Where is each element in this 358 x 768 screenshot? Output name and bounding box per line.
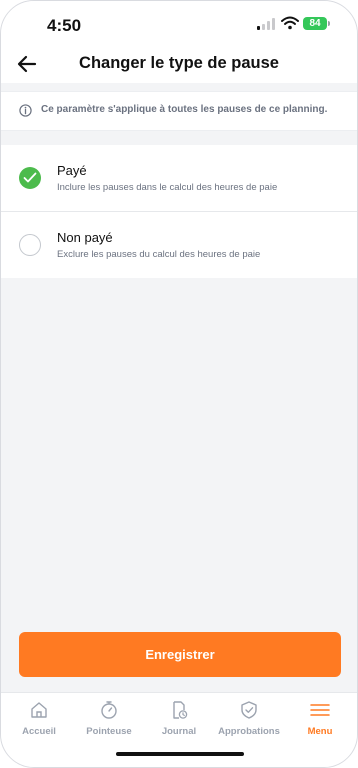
tab-menu[interactable]: Menu bbox=[284, 693, 356, 743]
battery-tip bbox=[328, 21, 330, 26]
option-unpaid[interactable]: Non payé Exclure les pauses du calcul de… bbox=[1, 212, 357, 278]
tab-journal[interactable]: Journal bbox=[143, 693, 215, 743]
radio-checked-icon[interactable] bbox=[19, 167, 41, 189]
option-paid[interactable]: Payé Inclure les pauses dans le calcul d… bbox=[1, 145, 357, 212]
stopwatch-icon bbox=[101, 701, 117, 719]
option-title: Non payé bbox=[57, 230, 113, 245]
home-icon bbox=[31, 702, 47, 718]
page-title: Changer le type de pause bbox=[79, 54, 279, 72]
battery-level: 84 bbox=[309, 18, 321, 29]
tab-approvals[interactable]: Approbations bbox=[213, 693, 285, 743]
tab-timeclock[interactable]: Pointeuse bbox=[73, 693, 145, 743]
info-banner: Ce paramètre s'applique à toutes les pau… bbox=[1, 91, 357, 131]
wifi-icon bbox=[281, 16, 299, 30]
tab-label: Menu bbox=[307, 726, 333, 737]
tab-label: Journal bbox=[161, 726, 197, 737]
home-indicator[interactable] bbox=[116, 752, 244, 756]
journal-icon bbox=[173, 701, 188, 719]
info-text: Ce paramètre s'applique à toutes les pau… bbox=[41, 104, 328, 115]
tab-label: Pointeuse bbox=[86, 726, 132, 737]
info-icon bbox=[19, 104, 32, 117]
menu-icon bbox=[310, 704, 330, 716]
option-title: Payé bbox=[57, 163, 87, 178]
tab-home[interactable]: Accueil bbox=[3, 693, 75, 743]
tab-bar: Accueil Pointeuse Journal Approbations M… bbox=[1, 692, 357, 767]
tab-label: Accueil bbox=[22, 726, 56, 737]
phone-screen: 4:50 84 Changer le type de pause Ce para… bbox=[0, 0, 358, 768]
checkmark-icon bbox=[23, 172, 37, 183]
shield-check-icon bbox=[241, 701, 257, 719]
battery-icon: 84 bbox=[303, 17, 327, 30]
signal-icon bbox=[257, 18, 275, 30]
option-description: Exclure les pauses du calcul des heures … bbox=[57, 249, 261, 260]
status-bar: 4:50 84 bbox=[1, 1, 357, 47]
option-description: Inclure les pauses dans le calcul des he… bbox=[57, 182, 278, 193]
status-time: 4:50 bbox=[47, 16, 82, 35]
tab-label: Approbations bbox=[218, 726, 280, 737]
radio-unchecked-icon[interactable] bbox=[19, 234, 41, 256]
save-button[interactable]: Enregistrer bbox=[19, 632, 341, 677]
page-header: Changer le type de pause bbox=[1, 47, 357, 83]
